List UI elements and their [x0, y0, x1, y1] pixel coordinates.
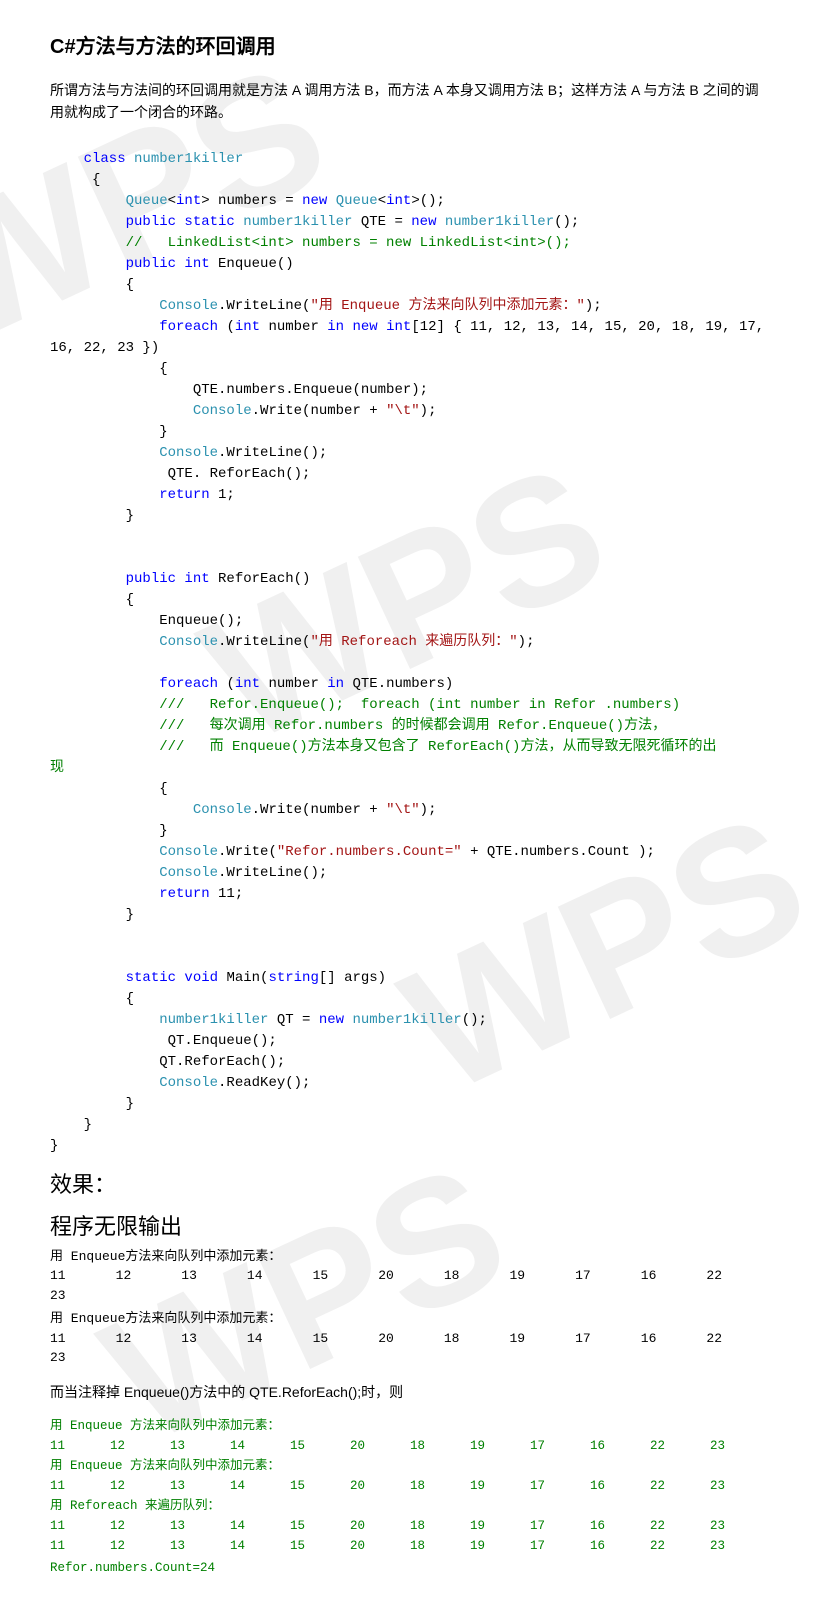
- result-heading: 效果：: [50, 1167, 772, 1199]
- code-block: class number1killer { Queue<int> numbers…: [50, 128, 772, 1157]
- output-row: 11 12 13 14 15 20 18 19 17 16 22: [50, 1266, 772, 1286]
- result-sub: 程序无限输出: [50, 1209, 772, 1241]
- output-row: 111213141520181917162223: [50, 1536, 772, 1556]
- output-row: 111213141520181917162223: [50, 1476, 772, 1496]
- page-title: C#方法与方法的环回调用: [50, 30, 772, 59]
- output-block-1: 用 Enqueue方法来向队列中添加元素： 11 12 13 14 15 20 …: [50, 1247, 772, 1368]
- output-block-2: 用 Enqueue 方法来向队列中添加元素： 11121314152018191…: [50, 1416, 772, 1578]
- intro-text: 所谓方法与方法间的环回调用就是方法 A 调用方法 B，而方法 A 本身又调用方法…: [50, 79, 772, 124]
- output-row: 111213141520181917162223: [50, 1436, 772, 1456]
- output-row: 11 12 13 14 15 20 18 19 17 16 22: [50, 1329, 772, 1349]
- output-row: 111213141520181917162223: [50, 1516, 772, 1536]
- note-text: 而当注释掉 Enqueue()方法中的 QTE.ReforEach();时，则: [50, 1382, 772, 1402]
